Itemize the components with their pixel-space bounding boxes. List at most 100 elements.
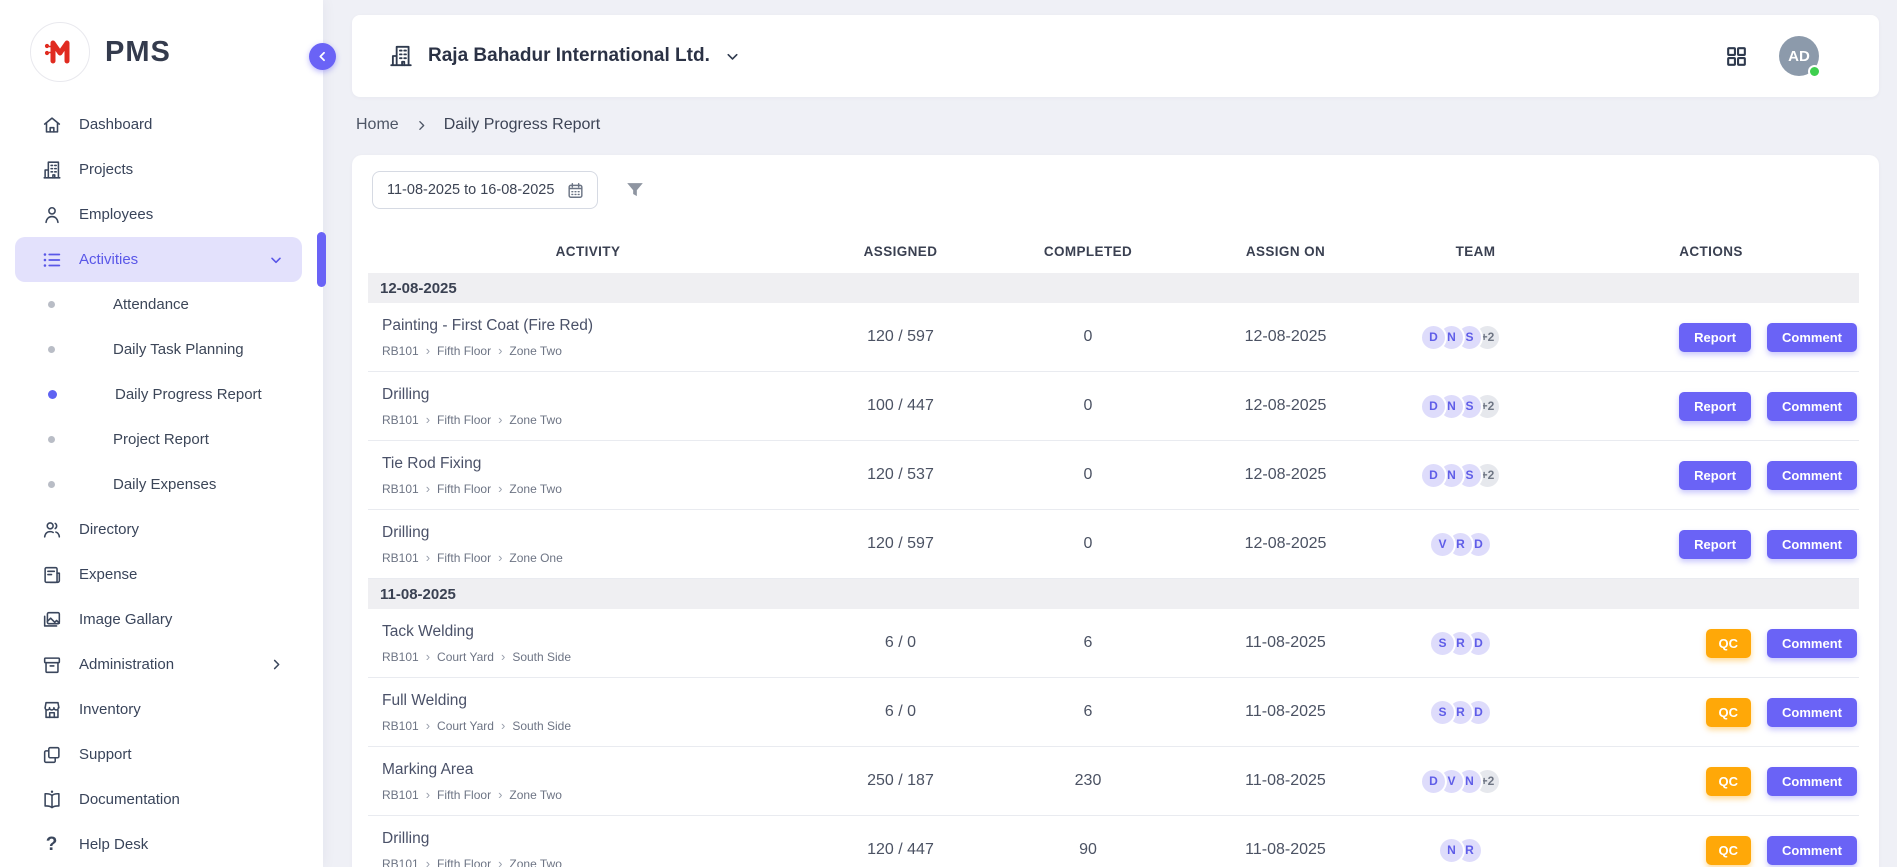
sidebar-item-support[interactable]: Support [15,732,302,777]
activity-cell: Drilling RB101›Fifth Floor›Zone One [368,514,808,575]
chevron-right-icon: › [426,719,430,732]
funnel-icon [624,179,646,201]
company-selector[interactable]: Raja Bahadur International Ltd. [388,43,741,69]
breadcrumb-home[interactable]: Home [356,116,399,134]
sidebar-subitem-label: Daily Task Planning [113,341,244,358]
path-segment: RB101 [382,344,419,358]
activity-location-path: RB101›Fifth Floor›Zone Two [382,857,800,867]
sidebar-item-help-desk[interactable]: ? Help Desk [15,822,302,867]
sidebar-nav: Dashboard Projects Employees Activities … [0,102,323,867]
chevron-right-icon [269,657,284,672]
comment-button[interactable]: Comment [1767,836,1857,865]
sidebar-item-image-gallary[interactable]: Image Gallary [15,597,302,642]
qc-button[interactable]: QC [1706,767,1752,796]
table-row: Drilling RB101›Fifth Floor›Zone One 120 … [368,510,1859,579]
assign-on-date: 11-08-2025 [1183,841,1388,859]
chevron-right-icon: › [426,482,430,495]
comment-button[interactable]: Comment [1767,530,1857,559]
filter-button[interactable] [622,177,648,203]
sidebar-subitem-project-report[interactable]: Project Report [15,417,302,462]
chevron-right-icon: › [426,413,430,426]
path-segment: Zone Two [509,344,561,358]
apps-grid-button[interactable] [1720,40,1753,73]
comment-button[interactable]: Comment [1767,323,1857,352]
column-header-actions: ACTIONS [1563,244,1859,259]
sidebar-subitem-attendance[interactable]: Attendance [15,282,302,327]
bullet-dot-icon [48,346,55,353]
activity-title: Marking Area [382,761,800,779]
path-segment: South Side [512,719,571,733]
chevron-right-icon: › [498,788,502,801]
activity-location-path: RB101›Court Yard›South Side [382,719,800,733]
assigned-value: 120 / 537 [808,466,993,484]
sidebar-item-inventory[interactable]: Inventory [15,687,302,732]
comment-button[interactable]: Comment [1767,461,1857,490]
user-avatar[interactable]: AD [1779,36,1819,76]
comment-button[interactable]: Comment [1767,767,1857,796]
sidebar-item-activities[interactable]: Activities [15,237,302,282]
people-icon [40,518,63,541]
sidebar-item-expense[interactable]: Expense [15,552,302,597]
path-segment: Fifth Floor [437,413,491,427]
sidebar-subitem-daily-task-planning[interactable]: Daily Task Planning [15,327,302,372]
assign-on-date: 11-08-2025 [1183,772,1388,790]
qc-button[interactable]: QC [1706,836,1752,865]
table-row: Tie Rod Fixing RB101›Fifth Floor›Zone Tw… [368,441,1859,510]
path-segment: Zone Two [509,788,561,802]
assigned-value: 120 / 597 [808,535,993,553]
sidebar-item-projects[interactable]: Projects [15,147,302,192]
team-avatars: SRD [1388,630,1563,657]
sidebar-subitem-daily-progress-report[interactable]: Daily Progress Report [15,372,302,417]
comment-button[interactable]: Comment [1767,629,1857,658]
team-avatars: DNS+2 [1388,462,1563,489]
activity-title: Tie Rod Fixing [382,455,800,473]
gallery-icon [40,608,63,631]
sidebar: PMS Dashboard Projects Employees Activit… [0,0,323,867]
column-header-completed: COMPLETED [993,244,1183,259]
sidebar-item-administration[interactable]: Administration [15,642,302,687]
chevron-right-icon: › [426,788,430,801]
activity-title: Painting - First Coat (Fire Red) [382,317,800,335]
sidebar-item-label: Inventory [79,701,141,718]
activity-location-path: RB101›Fifth Floor›Zone Two [382,788,800,802]
activity-title: Full Welding [382,692,800,710]
sidebar-item-documentation[interactable]: Documentation [15,777,302,822]
store-icon [40,698,63,721]
date-range-picker[interactable]: 11-08-2025 to 16-08-2025 [372,171,598,209]
bullet-dot-icon [48,481,55,488]
column-header-team: TEAM [1388,244,1563,259]
qc-button[interactable]: QC [1706,629,1752,658]
report-button[interactable]: Report [1679,461,1751,490]
path-segment: RB101 [382,719,419,733]
assigned-value: 250 / 187 [808,772,993,790]
row-actions: QC Comment [1563,836,1859,865]
sidebar-item-label: Administration [79,656,174,673]
sidebar-subitem-daily-expenses[interactable]: Daily Expenses [15,462,302,507]
chevron-right-icon: › [498,344,502,357]
chevron-right-icon: › [498,551,502,564]
sidebar-item-label: Projects [79,161,133,178]
report-button[interactable]: Report [1679,392,1751,421]
qc-button[interactable]: QC [1706,698,1752,727]
team-avatars: NR [1388,837,1563,864]
assigned-value: 6 / 0 [808,703,993,721]
chevron-down-icon [268,252,284,268]
comment-button[interactable]: Comment [1767,392,1857,421]
team-member-avatar: D [1420,462,1447,489]
sidebar-item-employees[interactable]: Employees [15,192,302,237]
path-segment: Fifth Floor [437,344,491,358]
topbar-right: AD [1720,36,1819,76]
activity-title: Tack Welding [382,623,800,641]
team-avatars: DVN+2 [1388,768,1563,795]
report-button[interactable]: Report [1679,530,1751,559]
team-member-avatar: S [1429,699,1456,726]
report-button[interactable]: Report [1679,323,1751,352]
sidebar-collapse-button[interactable] [309,43,336,70]
comment-button[interactable]: Comment [1767,698,1857,727]
sidebar-item-directory[interactable]: Directory [15,507,302,552]
column-header-assign-on: ASSIGN ON [1183,244,1388,259]
receipt-icon [40,563,63,586]
sidebar-subitem-label: Project Report [113,431,209,448]
path-segment: Zone One [509,551,562,565]
sidebar-item-dashboard[interactable]: Dashboard [15,102,302,147]
